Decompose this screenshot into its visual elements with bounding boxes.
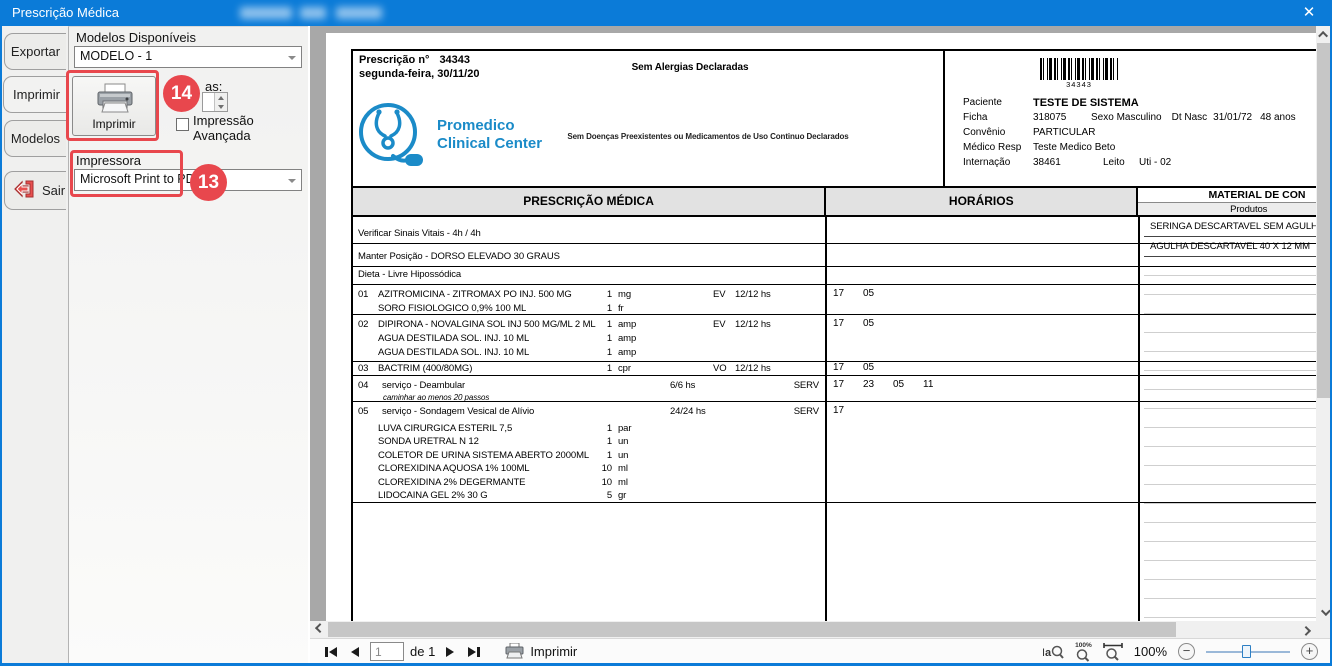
last-page-button[interactable] [465, 643, 483, 661]
barcode-number: 34343 [1040, 80, 1118, 89]
alergias-text: Sem Alergias Declaradas [575, 62, 805, 73]
modelo-select[interactable]: MODELO - 1 [74, 46, 302, 68]
material-column: SERINGA DESCARTAVEL SEM AGULHA AGULHA DE… [1144, 217, 1316, 621]
table-header: PRESCRIÇÃO MÉDICA HORÁRIOS MATERIAL DE C… [353, 188, 1316, 217]
zoom-percentage: 100% [1134, 644, 1167, 659]
page-number-input[interactable] [370, 642, 404, 661]
zoom-100-icon[interactable]: 100% [1075, 642, 1092, 662]
vertical-scroll-thumb[interactable] [1317, 43, 1331, 398]
next-page-button[interactable] [441, 643, 459, 661]
barcode [1040, 58, 1118, 80]
patient-row: Médico Resp Teste Medico Beto [963, 142, 1316, 157]
scroll-right-icon[interactable] [1299, 621, 1316, 638]
patient-row: Convênio PARTICULAR [963, 127, 1316, 142]
patient-info: 34343 Paciente TESTE DE SISTEMA Ficha 31… [955, 51, 1316, 186]
zoom-in-button[interactable]: + [1301, 643, 1318, 660]
previous-page-button[interactable] [346, 643, 364, 661]
prescricao-numero: Prescrição n°34343 [359, 54, 470, 66]
zoom-controls: Ia 100% 100% − + [1042, 639, 1318, 664]
document-header: Prescrição n°34343 segunda-feira, 30/11/… [353, 51, 1316, 188]
prescription-document: Prescrição n°34343 segunda-feira, 30/11/… [351, 49, 1316, 621]
prescricao-data: segunda-feira, 30/11/20 [359, 68, 479, 80]
patient-row: Ficha 318075 Sexo Masculino Dt Nasc 31/0… [963, 112, 1316, 127]
col-produtos-header: Produtos [1138, 202, 1316, 215]
exit-icon [13, 179, 35, 202]
page-navigation: de 1 Imprimir [322, 639, 577, 664]
sidebar: Exportar Imprimir Modelos Sair [0, 26, 68, 666]
horizontal-scrollbar[interactable] [310, 621, 1316, 638]
first-page-button[interactable] [322, 643, 340, 661]
tab-exportar[interactable]: Exportar [4, 33, 66, 70]
stepper-up-icon[interactable] [214, 93, 227, 102]
chevron-down-icon [288, 56, 296, 60]
modelos-disponiveis-label: Modelos Disponíveis [76, 30, 196, 45]
close-icon[interactable]: ✕ [1296, 2, 1322, 24]
patient-row: Internação 38461 Leito Uti - 02 [963, 157, 1316, 172]
zoom-slider-thumb[interactable] [1242, 645, 1251, 658]
document-page: Prescrição n°34343 segunda-feira, 30/11/… [326, 33, 1316, 621]
stethoscope-logo-icon [358, 101, 426, 171]
material-item: SERINGA DESCARTAVEL SEM AGULHA [1144, 217, 1316, 237]
blurred-text [336, 7, 382, 19]
vias-stepper[interactable] [202, 92, 228, 112]
patient-row: Paciente TESTE DE SISTEMA [963, 97, 1316, 112]
zoom-out-button[interactable]: − [1178, 643, 1195, 660]
annotation-step-14: 14 [163, 75, 200, 112]
preexistentes-text: Sem Doenças Preexistentes ou Medicamento… [549, 132, 867, 141]
scroll-left-icon[interactable] [310, 621, 327, 638]
blurred-text [300, 7, 326, 19]
text-search-icon[interactable]: Ia [1042, 645, 1064, 659]
chevron-down-icon [288, 179, 296, 183]
col-prescricao-header: PRESCRIÇÃO MÉDICA [353, 188, 826, 215]
stepper-down-icon[interactable] [214, 102, 227, 111]
annotation-box-impressora [70, 150, 183, 197]
window-border [0, 26, 2, 666]
tab-modelos[interactable]: Modelos [4, 120, 66, 157]
annotation-box-imprimir [66, 70, 159, 141]
print-preview[interactable]: Prescrição n°34343 segunda-feira, 30/11/… [310, 26, 1316, 621]
material-item: AGULHA DESCARTAVEL 40 X 12 MM [1144, 237, 1316, 257]
prescricao-medica-window: Prescrição Médica ✕ Exportar Imprimir Mo… [0, 0, 1332, 666]
titlebar: Prescrição Médica ✕ [0, 0, 1332, 26]
preview-toolbar: de 1 Imprimir Ia 100% [310, 638, 1332, 663]
header-divider [943, 51, 945, 186]
tab-sair[interactable]: Sair [4, 171, 66, 210]
blurred-text [240, 7, 292, 19]
page-count-label: de 1 [410, 644, 435, 659]
clinic-logo-text: Promedico Clinical Center [437, 117, 542, 153]
col-material-header: MATERIAL DE CON Produtos [1138, 188, 1316, 215]
impressao-avancada-label: Impressão Avançada [193, 113, 269, 143]
zoom-slider[interactable] [1206, 643, 1290, 660]
annotation-step-13: 13 [190, 164, 227, 201]
printer-icon [505, 643, 524, 660]
fit-width-icon[interactable] [1103, 643, 1123, 661]
window-title: Prescrição Médica [12, 5, 119, 20]
tab-imprimir[interactable]: Imprimir [3, 76, 69, 113]
impressao-avancada-checkbox[interactable] [176, 118, 189, 131]
material-empty-rows [1144, 257, 1316, 621]
col-horarios-header: HORÁRIOS [826, 188, 1138, 215]
horizontal-scroll-thumb[interactable] [328, 622, 1176, 637]
toolbar-imprimir-button[interactable]: Imprimir [530, 644, 577, 659]
